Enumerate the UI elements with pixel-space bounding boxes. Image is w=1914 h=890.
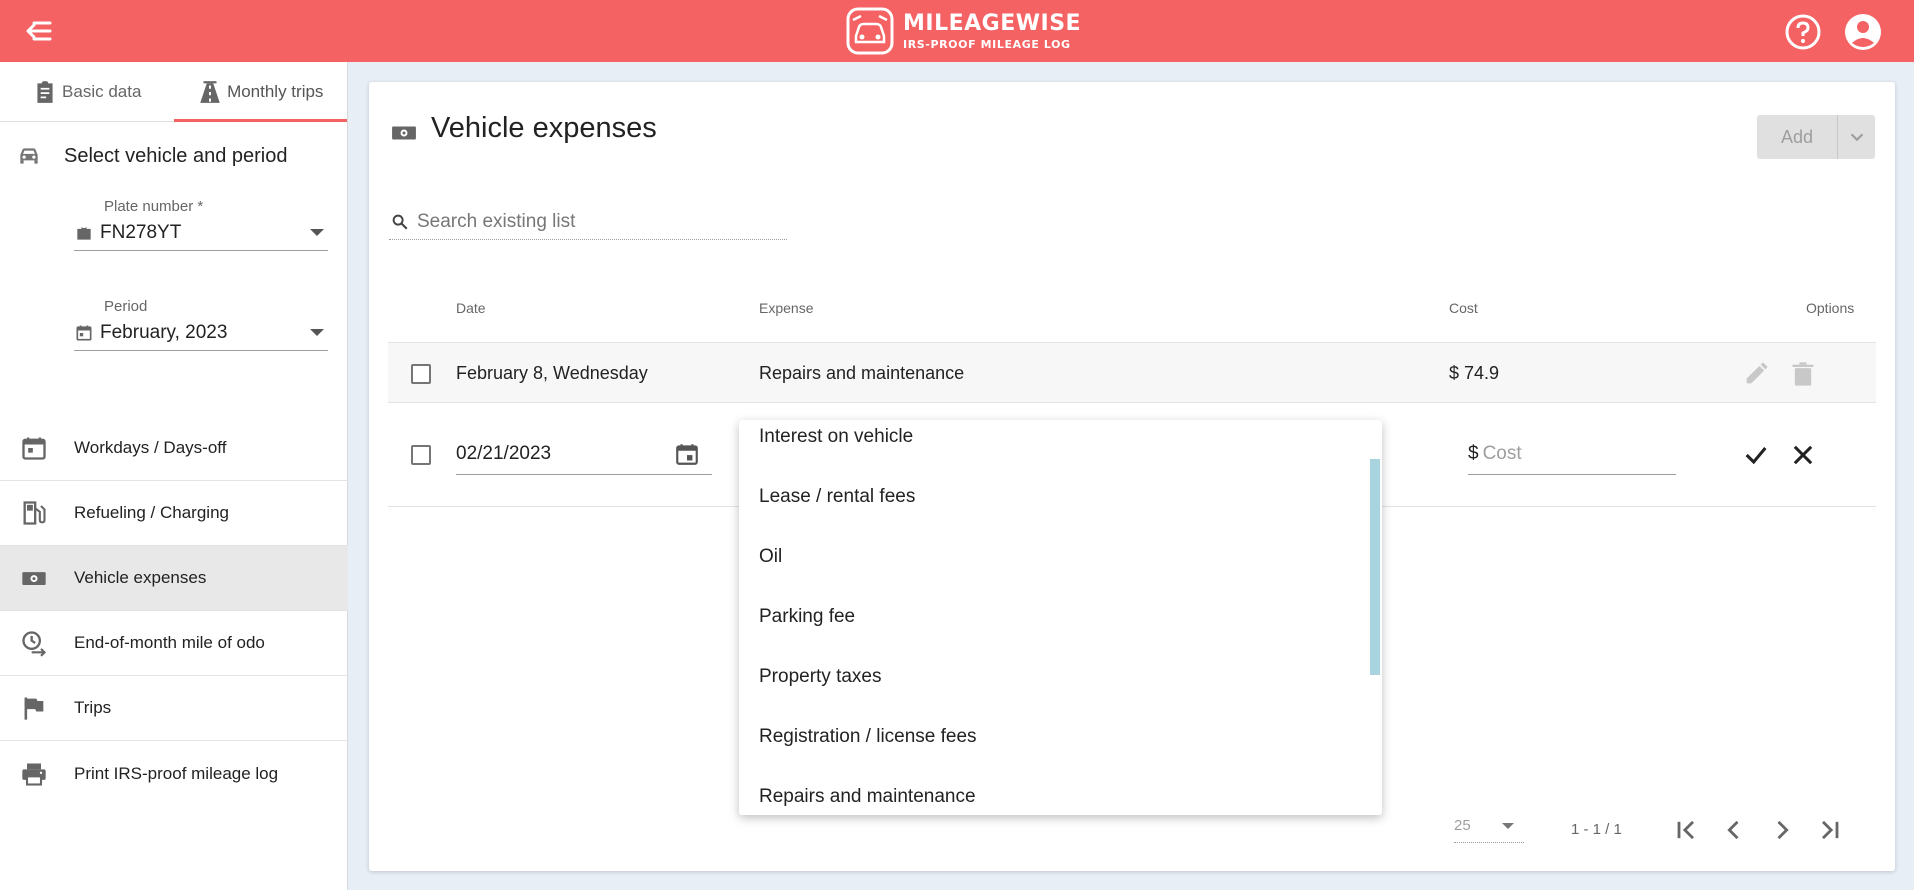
plate-number-label: Plate number * (104, 198, 204, 215)
chevron-down-icon (310, 329, 324, 336)
search-box (389, 204, 787, 240)
period-select[interactable]: February, 2023 (74, 315, 328, 351)
previous-page-icon[interactable] (1720, 816, 1748, 844)
tab-label: Basic data (62, 81, 142, 101)
calendar-icon (76, 325, 92, 340)
page-title: Vehicle expenses (431, 112, 657, 144)
sidebar-item-odometer[interactable]: End-of-month mile of odo (0, 611, 348, 676)
currency-symbol: $ (1468, 442, 1479, 464)
column-header-cost[interactable]: Cost (1449, 300, 1478, 316)
dropdown-option[interactable]: Property taxes (759, 666, 882, 688)
plate-number-value: FN278YT (100, 221, 182, 243)
app-header: MILEAGEWISE IRS-PROOF MILEAGE LOG (0, 0, 1914, 62)
road-icon (200, 80, 220, 103)
sidebar-item-label: End-of-month mile of odo (74, 633, 265, 652)
sidebar-item-label: Trips (74, 698, 112, 717)
flag-icon (24, 697, 44, 720)
logo-subtitle: IRS-PROOF MILEAGE LOG (903, 37, 1071, 51)
sidebar-item-refueling[interactable]: Refueling / Charging (0, 481, 348, 546)
help-icon[interactable] (1784, 13, 1822, 51)
dropdown-option[interactable]: Registration / license fees (759, 726, 977, 748)
dropdown-option[interactable]: Oil (759, 546, 782, 568)
search-icon (392, 214, 408, 229)
confirm-check-icon[interactable] (1742, 441, 1770, 469)
sidebar-item-vehicle-expenses[interactable]: Vehicle expenses (0, 546, 348, 611)
car-icon (20, 148, 38, 164)
odometer-icon (22, 631, 46, 657)
close-icon[interactable] (1789, 441, 1817, 469)
add-button-group: Add (1757, 115, 1875, 159)
add-button[interactable]: Add (1757, 115, 1837, 159)
calendar-icon (22, 437, 46, 460)
row-expense: Repairs and maintenance (759, 363, 965, 383)
pagination-range: 1 - 1 / 1 (1571, 821, 1622, 838)
chevron-down-icon (1850, 133, 1863, 142)
dropdown-option[interactable]: Interest on vehicle (759, 426, 913, 448)
row-date: February 8, Wednesday (456, 363, 648, 383)
dropdown-option[interactable]: Repairs and maintenance (759, 786, 976, 808)
row-cost: $ 74.9 (1449, 363, 1500, 383)
plate-number-select[interactable]: FN278YT (74, 215, 328, 251)
sidebar-item-workdays[interactable]: Workdays / Days-off (0, 416, 348, 481)
calendar-icon[interactable] (674, 441, 700, 467)
next-page-icon[interactable] (1768, 816, 1796, 844)
column-header-date[interactable]: Date (456, 300, 486, 316)
chevron-down-icon (310, 229, 324, 236)
column-header-expense[interactable]: Expense (759, 300, 813, 316)
date-input[interactable]: 02/21/2023 (456, 433, 712, 475)
tab-label: Monthly trips (227, 81, 324, 101)
period-value: February, 2023 (100, 321, 228, 343)
tab-basic-data[interactable]: Basic data (0, 62, 174, 121)
sidebar-item-label: Vehicle expenses (74, 568, 207, 587)
fuel-pump-icon (23, 501, 46, 525)
sidebar: Basic data Monthly trips Select vehicle … (0, 62, 348, 890)
sidebar-item-trips[interactable]: Trips (0, 676, 348, 741)
briefcase-icon (77, 225, 91, 240)
account-icon[interactable] (1844, 13, 1882, 51)
column-header-options: Options (1806, 300, 1855, 316)
cost-field[interactable]: $ (1468, 433, 1676, 475)
first-page-icon[interactable] (1672, 816, 1700, 844)
row-checkbox[interactable] (411, 445, 431, 465)
date-value: 02/21/2023 (456, 442, 552, 464)
car-logo-icon (846, 7, 894, 55)
printer-icon (22, 763, 46, 786)
edit-icon[interactable] (1742, 360, 1770, 388)
section-title: Select vehicle and period (0, 136, 348, 176)
back-menu-icon[interactable] (20, 16, 54, 46)
dropdown-scrollbar[interactable] (1370, 459, 1380, 675)
logo-title: MILEAGEWISE (903, 10, 1082, 36)
cost-input[interactable] (1482, 442, 1663, 465)
sidebar-item-label: Print IRS-proof mileage log (74, 763, 279, 783)
tab-monthly-trips[interactable]: Monthly trips (173, 62, 348, 122)
last-page-icon[interactable] (1816, 816, 1844, 844)
dropdown-option[interactable]: Parking fee (759, 606, 855, 628)
search-input[interactable] (417, 210, 777, 233)
chevron-down-icon (1502, 823, 1514, 829)
dropdown-option[interactable]: Lease / rental fees (759, 486, 915, 508)
sidebar-item-label: Workdays / Days-off (74, 438, 227, 457)
rows-per-page-value: 25 (1454, 817, 1471, 834)
plate-number-field[interactable]: Plate number * FN278YT (74, 198, 328, 251)
money-icon (392, 126, 416, 140)
period-field[interactable]: Period February, 2023 (74, 298, 328, 351)
rows-per-page-select[interactable]: 25 (1454, 817, 1524, 843)
sidebar-tabs: Basic data Monthly trips (0, 62, 347, 122)
delete-icon[interactable] (1789, 360, 1817, 388)
sidebar-item-print[interactable]: Print IRS-proof mileage log (0, 741, 348, 806)
row-checkbox[interactable] (411, 364, 431, 384)
period-label: Period (104, 298, 148, 315)
sidebar-nav: Workdays / Days-off Refueling / Charging… (0, 416, 348, 806)
clipboard-icon (37, 80, 53, 103)
money-icon (22, 572, 46, 585)
add-dropdown-button[interactable] (1837, 115, 1875, 159)
sidebar-item-label: Refueling / Charging (74, 503, 229, 522)
table-row: February 8, Wednesday Repairs and mainte… (388, 342, 1876, 403)
expense-dropdown: Interest on vehicle Lease / rental fees … (739, 420, 1382, 815)
logo: MILEAGEWISE IRS-PROOF MILEAGE LOG (845, 6, 1081, 56)
